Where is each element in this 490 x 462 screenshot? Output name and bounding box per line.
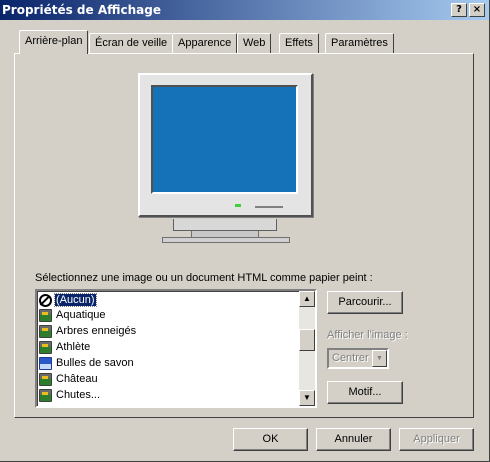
arrow-down-icon: ▼: [303, 393, 311, 402]
window-title: Propriétés de Affichage: [2, 3, 161, 17]
monitor-preview: [138, 73, 313, 217]
jpg-file-icon: [39, 373, 52, 386]
scroll-thumb[interactable]: [299, 329, 315, 351]
background-tab-panel: Sélectionnez une image ou un document HT…: [14, 53, 474, 418]
apply-button[interactable]: Appliquer: [399, 428, 474, 451]
tab-parametres[interactable]: Paramètres: [325, 33, 394, 53]
tab-arriere-plan[interactable]: Arrière-plan: [19, 30, 89, 54]
display-image-select[interactable]: Centrer ▼: [327, 348, 389, 369]
wallpaper-list[interactable]: (Aucun) Aquatique Arbres enneigés Athlèt…: [35, 289, 317, 408]
pattern-label: Motif...: [348, 386, 382, 398]
jpg-file-icon: [39, 309, 52, 322]
close-icon: ×: [472, 4, 482, 15]
list-item-label: Aquatique: [56, 309, 106, 321]
monitor-base: [162, 237, 290, 243]
display-image-value: Centrer: [332, 352, 369, 364]
cancel-button[interactable]: Annuler: [316, 428, 391, 451]
display-properties-dialog: Propriétés de Affichage ? × Arrière-plan…: [0, 0, 490, 462]
tab-label: Arrière-plan: [25, 35, 83, 47]
jpg-file-icon: [39, 389, 52, 402]
browse-button[interactable]: Parcourir...: [327, 291, 403, 314]
monitor-vent-icon: [255, 206, 283, 208]
tab-web[interactable]: Web: [237, 33, 272, 53]
monitor-neck: [173, 219, 277, 231]
arrow-up-icon: ▲: [303, 294, 311, 303]
tab-label: Écran de veille: [95, 37, 168, 49]
tab-ecran-de-veille[interactable]: Écran de veille: [89, 33, 174, 53]
browse-label: Parcourir...: [338, 296, 392, 308]
list-item-label: (Aucun): [54, 293, 97, 307]
list-item-label: Arbres enneigés: [56, 325, 137, 337]
close-button[interactable]: ×: [469, 3, 485, 17]
apply-label: Appliquer: [413, 433, 460, 445]
tab-label: Effets: [285, 37, 313, 49]
list-scrollbar[interactable]: ▲ ▼: [299, 291, 315, 406]
monitor-screen: [151, 85, 298, 194]
tab-apparence[interactable]: Apparence: [172, 33, 238, 53]
jpg-file-icon: [39, 325, 52, 338]
list-item-label: Athlète: [56, 341, 91, 353]
tab-effets[interactable]: Effets: [279, 33, 319, 53]
ok-button[interactable]: OK: [233, 428, 308, 451]
list-item-label: Bulles de savon: [56, 357, 134, 369]
pattern-button[interactable]: Motif...: [327, 381, 403, 404]
jpg-file-icon: [39, 341, 52, 354]
bmp-file-icon: [39, 357, 52, 370]
help-button[interactable]: ?: [451, 3, 467, 17]
title-bar[interactable]: Propriétés de Affichage ? ×: [0, 0, 489, 20]
list-item-label: Château: [56, 373, 98, 385]
list-item-label: Chutes...: [56, 389, 101, 401]
display-image-label: Afficher l'image :: [327, 329, 408, 341]
power-led-icon: [235, 204, 241, 207]
none-icon: [39, 294, 52, 307]
cancel-label: Annuler: [334, 433, 373, 445]
tab-label: Apparence: [178, 37, 232, 49]
tab-label: Web: [243, 37, 266, 49]
help-icon: ?: [456, 4, 462, 15]
tab-label: Paramètres: [331, 37, 388, 49]
scroll-down-button[interactable]: ▼: [299, 390, 315, 406]
chevron-down-icon[interactable]: ▼: [372, 350, 387, 367]
scroll-up-button[interactable]: ▲: [299, 291, 315, 307]
wallpaper-label: Sélectionnez une image ou un document HT…: [35, 272, 373, 284]
ok-label: OK: [262, 433, 279, 445]
